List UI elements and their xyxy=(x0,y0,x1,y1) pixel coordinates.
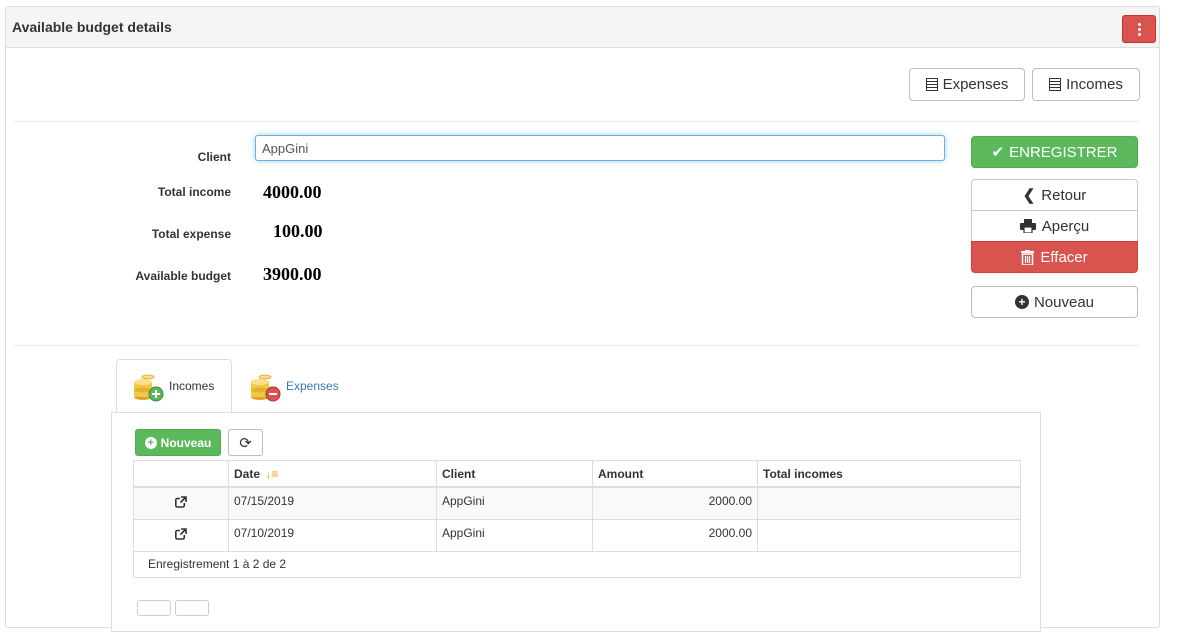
column-header-client[interactable]: Client xyxy=(436,460,593,488)
panel-heading: Available budget details xyxy=(6,7,1159,48)
date-cell: 07/10/2019 xyxy=(228,518,437,552)
save-label: ENREGISTRER xyxy=(1009,143,1118,161)
available-budget-label: Available budget xyxy=(135,269,231,283)
divider xyxy=(14,121,1139,122)
plus-circle-icon: + xyxy=(144,436,157,449)
tab-incomes[interactable]: Incomes xyxy=(116,359,232,413)
preview-label: Aperçu xyxy=(1041,217,1090,235)
external-link-icon xyxy=(175,527,187,540)
printer-icon xyxy=(1019,219,1036,233)
table-row[interactable]: 07/15/2019 AppGini 2000.00 xyxy=(133,486,1021,520)
add-income-button[interactable]: + Nouveau xyxy=(135,429,221,456)
total-expense-label: Total expense xyxy=(151,227,231,241)
delete-button[interactable]: Effacer xyxy=(971,241,1138,273)
refresh-button[interactable]: ⟳ xyxy=(228,429,263,456)
column-header-actions xyxy=(133,460,229,488)
new-record-button[interactable]: + Nouveau xyxy=(971,286,1138,318)
back-button[interactable]: ❮ Retour xyxy=(971,179,1138,211)
client-input[interactable] xyxy=(255,135,945,161)
add-income-label: Nouveau xyxy=(160,435,212,450)
refresh-icon: ⟳ xyxy=(239,434,252,452)
back-label: Retour xyxy=(1041,186,1087,204)
record-action-group: ❮ Retour Aperçu Effacer xyxy=(971,179,1138,273)
divider xyxy=(14,345,1139,346)
delete-label: Effacer xyxy=(1040,248,1088,266)
pagination-previous-button[interactable] xyxy=(137,600,171,616)
external-link-icon xyxy=(175,495,187,508)
column-header-date[interactable]: Date ↓≡ xyxy=(228,460,437,488)
vertical-dots-icon xyxy=(1137,22,1141,36)
incomes-link-label: Incomes xyxy=(1066,76,1123,93)
total-incomes-cell xyxy=(757,486,1021,520)
trash-icon xyxy=(1021,249,1035,265)
chevron-left-icon: ❮ xyxy=(1022,187,1036,204)
date-cell: 07/15/2019 xyxy=(228,486,437,520)
open-record-cell[interactable] xyxy=(133,486,229,520)
save-button[interactable]: ✔ ENREGISTRER xyxy=(971,136,1138,168)
column-header-amount[interactable]: Amount xyxy=(592,460,758,488)
new-label: Nouveau xyxy=(1033,293,1095,311)
more-options-button[interactable] xyxy=(1122,15,1156,43)
expenses-link-button[interactable]: Expenses xyxy=(909,68,1025,101)
client-cell: AppGini xyxy=(436,518,593,552)
incomes-tab-panel: + Nouveau ⟳ Date ↓≡ Client Amount Total … xyxy=(111,412,1041,632)
amount-cell: 2000.00 xyxy=(592,486,758,520)
incomes-table: Date ↓≡ Client Amount Total incomes 07/1… xyxy=(133,460,1021,578)
available-budget-value: 3900.00 xyxy=(263,264,322,284)
client-cell: AppGini xyxy=(436,486,593,520)
total-income-value: 4000.00 xyxy=(263,182,322,202)
total-expense-value: 100.00 xyxy=(273,221,323,241)
plus-circle-icon: + xyxy=(1014,295,1029,309)
list-icon xyxy=(925,78,938,91)
print-preview-button[interactable]: Aperçu xyxy=(971,210,1138,242)
check-icon: ✔ xyxy=(991,144,1005,161)
page-title: Available budget details xyxy=(12,19,172,35)
tab-expenses-label: Expenses xyxy=(286,379,339,393)
sort-descending-icon: ↓≡ xyxy=(265,466,279,481)
table-header-row: Date ↓≡ Client Amount Total incomes xyxy=(133,460,1021,488)
total-incomes-cell xyxy=(757,518,1021,552)
table-footer-row: Enregistrement 1 à 2 de 2 xyxy=(133,550,1021,578)
coins-add-icon xyxy=(134,374,164,402)
incomes-link-button[interactable]: Incomes xyxy=(1032,68,1140,101)
coins-remove-icon xyxy=(251,374,281,402)
list-icon xyxy=(1049,78,1062,91)
table-row[interactable]: 07/10/2019 AppGini 2000.00 xyxy=(133,518,1021,552)
pagination-next-button[interactable] xyxy=(175,600,209,616)
expenses-link-label: Expenses xyxy=(942,76,1009,93)
tab-incomes-label: Incomes xyxy=(169,379,215,393)
tab-expenses[interactable]: Expenses xyxy=(232,359,339,413)
total-income-label: Total income xyxy=(157,185,231,199)
client-label: Client xyxy=(197,150,231,164)
amount-cell: 2000.00 xyxy=(592,518,758,552)
column-header-total-incomes[interactable]: Total incomes xyxy=(757,460,1021,488)
record-count: Enregistrement 1 à 2 de 2 xyxy=(133,550,1021,578)
open-record-cell[interactable] xyxy=(133,518,229,552)
